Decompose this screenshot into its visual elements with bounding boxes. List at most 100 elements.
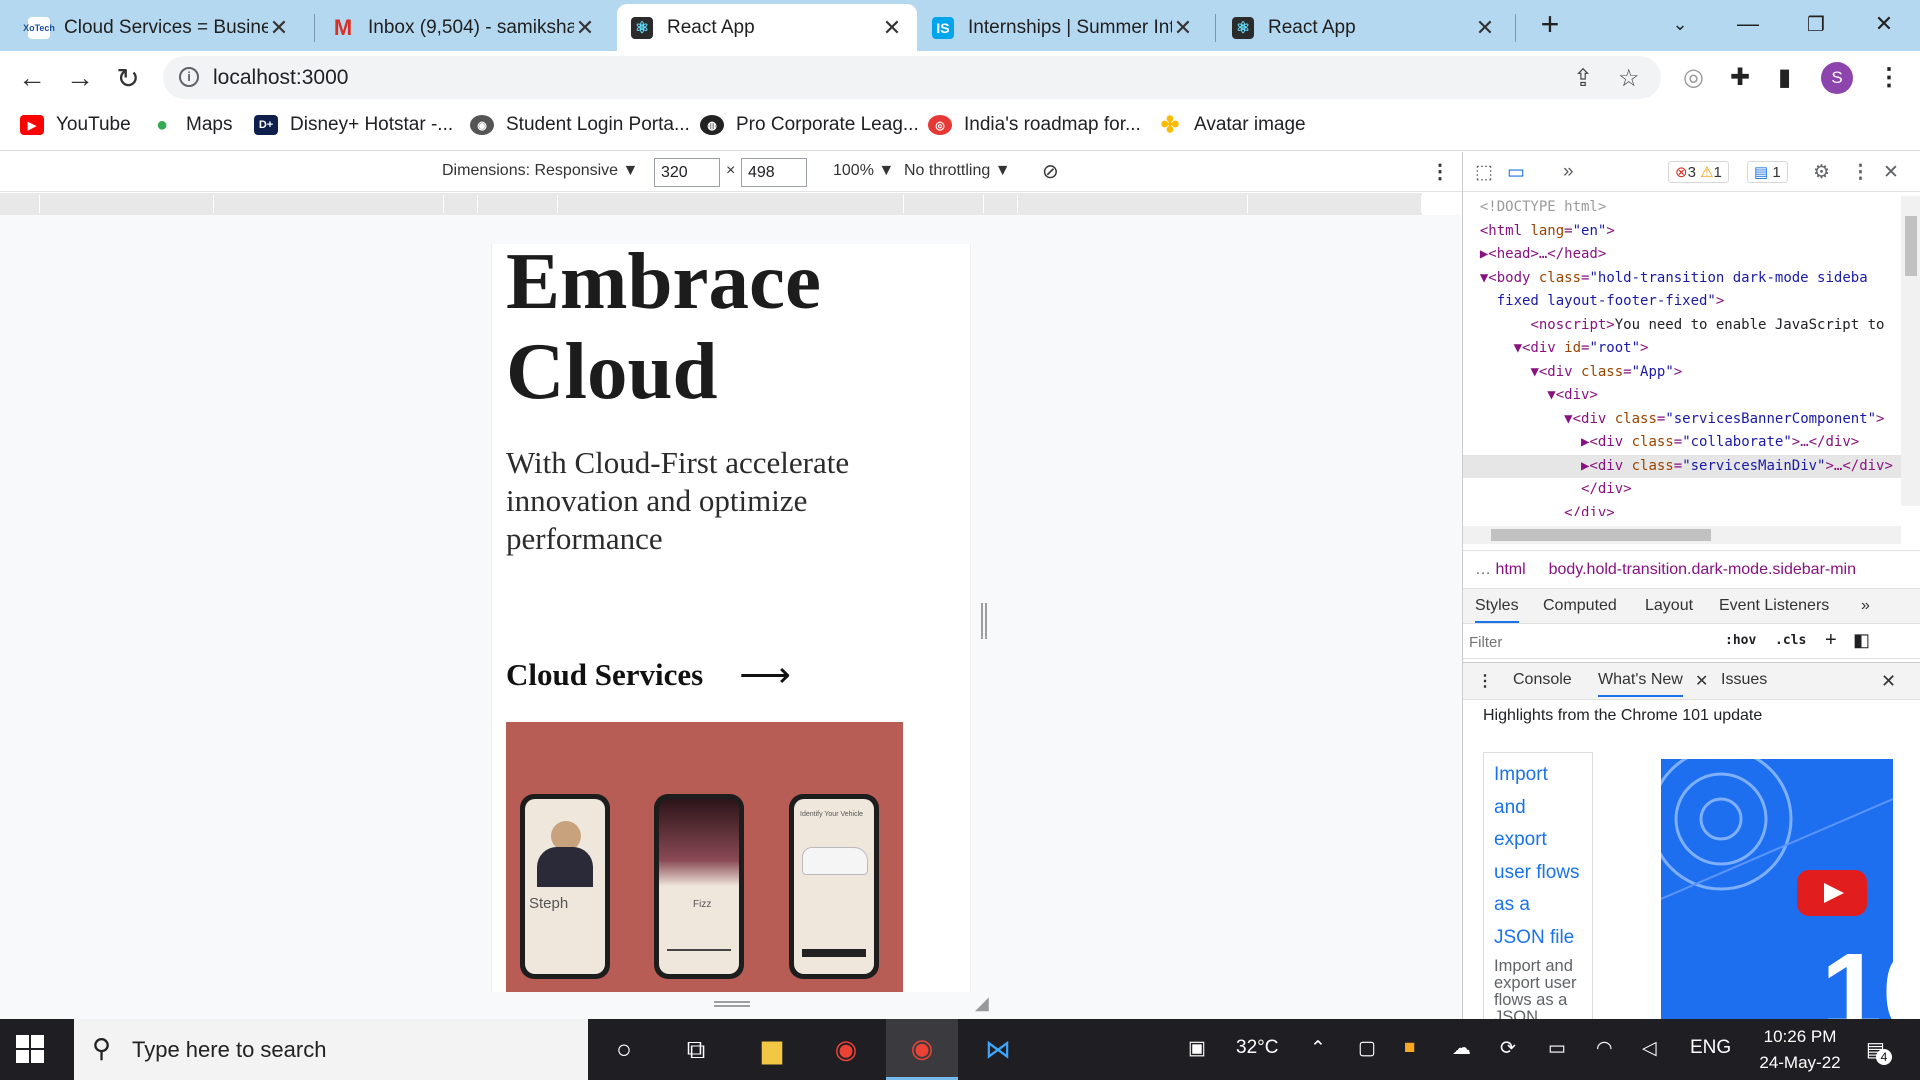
close-drawer-icon[interactable]: ✕: [1881, 671, 1896, 692]
browser-tab-4[interactable]: IS Internships | Summer Inte ✕: [918, 4, 1208, 51]
wifi-icon[interactable]: ◠: [1596, 1037, 1613, 1060]
tab-layout[interactable]: Layout: [1645, 597, 1693, 615]
ruler-segment[interactable]: [984, 195, 1018, 213]
show-hidden-icons-icon[interactable]: ⌃: [1310, 1037, 1326, 1060]
tab-event-listeners[interactable]: Event Listeners: [1719, 597, 1829, 615]
browser-tab-3-active[interactable]: ⚛ React App ✕: [617, 4, 917, 51]
tab-issues[interactable]: Issues: [1721, 671, 1767, 689]
device-toggle-icon[interactable]: ▭: [1507, 161, 1525, 184]
browser-tab-5[interactable]: ⚛ React App ✕: [1218, 4, 1510, 51]
bookmark-hotstar[interactable]: D+ Disney+ Hotstar -...: [254, 114, 453, 136]
scroll-thumb[interactable]: [1905, 216, 1917, 276]
ruler-segment[interactable]: [40, 195, 214, 213]
extension-circle-icon[interactable]: ◎: [1683, 63, 1704, 92]
battery-icon[interactable]: ▭: [1548, 1037, 1566, 1060]
site-info-icon[interactable]: i: [179, 67, 199, 87]
side-panel-icon[interactable]: ▮: [1778, 63, 1791, 92]
ruler-segment[interactable]: [904, 195, 984, 213]
feature-link[interactable]: Import and export user flows as a JSON f…: [1494, 759, 1582, 954]
ruler-segment[interactable]: [0, 195, 40, 213]
browser-menu-icon[interactable]: ⋮: [1877, 63, 1901, 92]
clock-date[interactable]: 24-May-22: [1750, 1053, 1850, 1073]
cls-toggle[interactable]: .cls: [1775, 633, 1806, 648]
media-query-ruler[interactable]: [0, 193, 1422, 215]
cortana-icon[interactable]: ○: [588, 1019, 660, 1080]
dom-node-line[interactable]: ▼<div id="root">: [1463, 337, 1901, 361]
forward-arrow-icon[interactable]: →: [62, 60, 98, 96]
viewport-height-resize-handle[interactable]: [714, 1001, 750, 1007]
update-icon[interactable]: ⟳: [1500, 1037, 1516, 1060]
weather-icon[interactable]: ▣: [1188, 1037, 1206, 1060]
ruler-segment[interactable]: [478, 195, 558, 213]
dom-node-line[interactable]: ▼<div>: [1463, 384, 1901, 408]
viewport-height-input[interactable]: [741, 158, 807, 187]
dom-node-line[interactable]: ▶<div class="servicesMainDiv">…</div>: [1463, 454, 1901, 478]
dom-node-line[interactable]: <noscript>You need to enable JavaScript …: [1463, 314, 1901, 338]
dom-node-line[interactable]: ▼<div class="App">: [1463, 361, 1901, 385]
bookmark-star-icon[interactable]: ☆: [1618, 64, 1640, 93]
close-tab-icon[interactable]: ✕: [574, 15, 596, 41]
dom-node-line[interactable]: </div>: [1463, 478, 1901, 502]
tab-console[interactable]: Console: [1513, 671, 1572, 689]
settings-gear-icon[interactable]: ⚙: [1813, 161, 1830, 184]
more-panels-icon[interactable]: »: [1563, 161, 1574, 183]
dom-node-line[interactable]: </div>: [1463, 502, 1901, 517]
drawer-menu-icon[interactable]: ⋮: [1477, 671, 1493, 691]
bookmark-pro-corporate[interactable]: ◍ Pro Corporate Leag...: [700, 114, 919, 136]
dom-node-line[interactable]: ▶<head>…</head>: [1463, 243, 1901, 267]
tab-whats-new[interactable]: What's New: [1598, 671, 1683, 697]
vscode-icon[interactable]: ⋈: [962, 1019, 1034, 1080]
chrome-profile-icon[interactable]: ◉: [886, 1019, 958, 1080]
throttling-dropdown[interactable]: No throttling ▼: [904, 162, 1011, 180]
close-window-icon[interactable]: ✕: [1854, 6, 1914, 42]
chrome-icon[interactable]: ◉: [810, 1019, 882, 1080]
task-view-icon[interactable]: ⧉: [660, 1019, 732, 1080]
bookmark-student-portal[interactable]: ◉ Student Login Porta...: [470, 114, 690, 136]
ruler-segment[interactable]: [558, 195, 904, 213]
ruler-segment[interactable]: [214, 195, 444, 213]
ruler-segment[interactable]: [1018, 195, 1248, 213]
taskbar-search-box[interactable]: ⚲ Type here to search: [74, 1019, 588, 1080]
bookmark-avatar-image[interactable]: ✤ Avatar image: [1158, 112, 1306, 137]
browser-tab-1[interactable]: XoTech Cloud Services = Business ✕: [14, 4, 304, 51]
file-explorer-icon[interactable]: ▆: [736, 1019, 808, 1080]
onedrive-cloud-icon[interactable]: ☁: [1452, 1037, 1471, 1060]
feature-card[interactable]: Import and export user flows as a JSON f…: [1483, 752, 1593, 1022]
devtools-menu-icon[interactable]: ⋮: [1851, 161, 1870, 184]
dom-node-line[interactable]: fixed layout-footer-fixed">: [1463, 290, 1901, 314]
url-text[interactable]: localhost:3000: [213, 66, 348, 90]
breadcrumb-body[interactable]: body.hold-transition.dark-mode.sidebar-m…: [1549, 561, 1856, 578]
new-style-rule-button[interactable]: +: [1825, 629, 1837, 652]
corner-resize-handle-icon[interactable]: ◢: [975, 993, 989, 1014]
messages-badge[interactable]: ▤ 1: [1747, 161, 1788, 183]
bookmark-youtube[interactable]: ▶ YouTube: [20, 114, 131, 136]
dom-tree[interactable]: <!DOCTYPE html> <html lang="en"> ▶<head>…: [1463, 196, 1901, 516]
close-tab-icon[interactable]: ✕: [268, 15, 290, 41]
ruler-segment[interactable]: [444, 195, 478, 213]
dom-node-line[interactable]: ▶<div class="collaborate">…</div>: [1463, 431, 1901, 455]
breadcrumb-html[interactable]: html: [1495, 561, 1525, 578]
tab-styles[interactable]: Styles: [1475, 597, 1519, 623]
viewport-width-resize-handle[interactable]: [981, 603, 987, 639]
close-devtools-icon[interactable]: ✕: [1883, 161, 1899, 184]
minimize-window-icon[interactable]: —: [1718, 6, 1778, 42]
computed-sidebar-toggle-icon[interactable]: ◧: [1853, 630, 1870, 651]
close-tab-icon[interactable]: ✕: [881, 15, 903, 41]
styles-filter-input[interactable]: [1469, 630, 1705, 654]
rotate-icon[interactable]: ⊘: [1042, 159, 1059, 184]
temperature[interactable]: 32°C: [1236, 1037, 1278, 1059]
cloud-services-link[interactable]: Cloud Services ⟶: [506, 654, 791, 696]
zoom-dropdown[interactable]: 100% ▼: [833, 162, 894, 180]
windows-start-icon[interactable]: [16, 1035, 44, 1063]
clock-time[interactable]: 10:26 PM: [1750, 1027, 1850, 1047]
youtube-play-icon[interactable]: [1797, 870, 1867, 916]
more-tabs-icon[interactable]: »: [1861, 597, 1870, 615]
volume-icon[interactable]: ◁: [1642, 1037, 1657, 1060]
close-whats-new-icon[interactable]: ✕: [1695, 671, 1708, 691]
tab-search-chevron-icon[interactable]: ⌄: [1650, 6, 1710, 42]
restore-window-icon[interactable]: ❐: [1786, 6, 1846, 42]
scroll-thumb[interactable]: [1491, 529, 1711, 541]
back-arrow-icon[interactable]: ←: [14, 60, 50, 96]
dom-node-line[interactable]: ▼<body class="hold-transition dark-mode …: [1463, 267, 1901, 291]
dom-node-line[interactable]: ▼<div class="servicesBannerComponent">: [1463, 408, 1901, 432]
